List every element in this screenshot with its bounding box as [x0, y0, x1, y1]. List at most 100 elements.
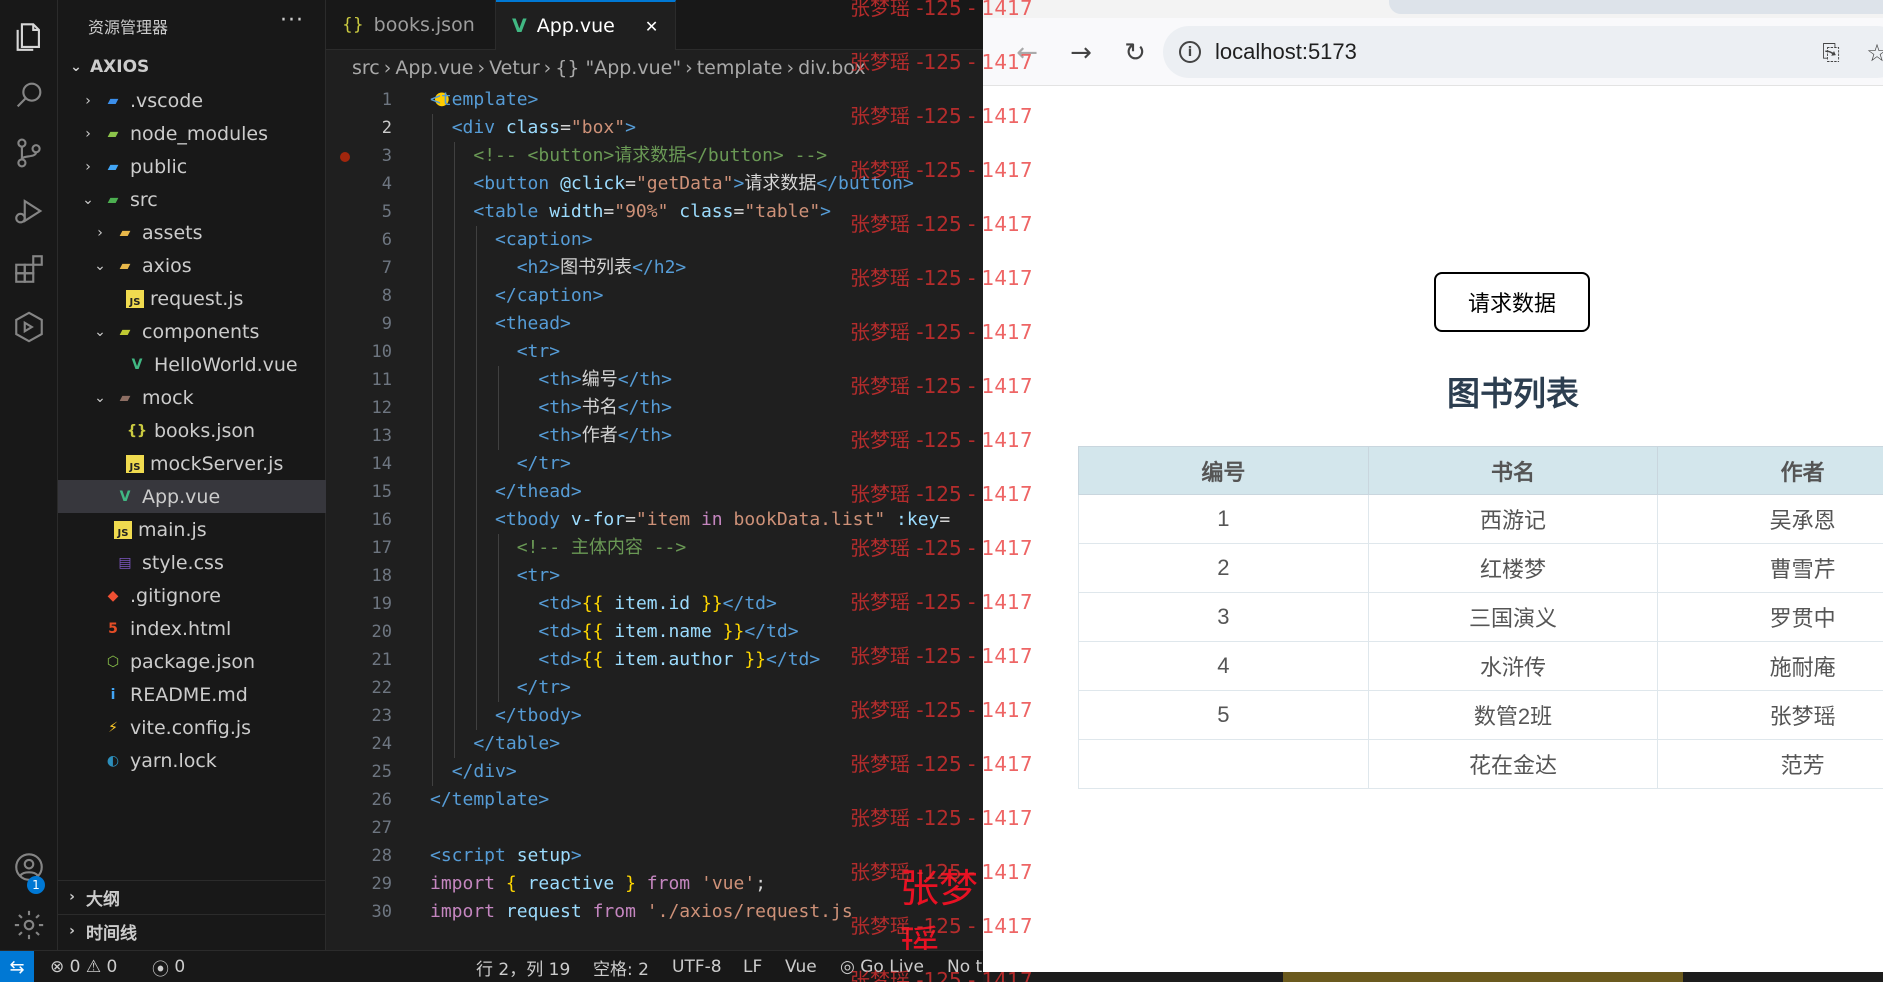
search-icon[interactable] [0, 66, 58, 124]
tab-books-json[interactable]: {} books.json [326, 0, 496, 50]
line-number: 1 [381, 90, 392, 110]
encoding[interactable]: UTF-8 [672, 951, 722, 982]
go-live-label: Go Live [860, 957, 924, 977]
breadcrumb-item[interactable]: Vetur [489, 57, 540, 79]
cursor-position[interactable]: 行 2，列 19 [476, 951, 570, 982]
code-token: 图书列表 [560, 257, 633, 278]
explorer-more-button[interactable]: ··· [280, 8, 304, 33]
code-line: <th>编号</th> [430, 366, 672, 394]
tree-item[interactable]: ⬡ package.json [58, 645, 326, 678]
tree-item[interactable]: JS main.js [58, 513, 326, 546]
remote-explorer-icon[interactable] [0, 298, 58, 356]
browser-toolbar: ← → ↻ i localhost:5173 ⎘ ☆ [983, 18, 1883, 86]
tree-item[interactable]: {} books.json [58, 414, 326, 447]
code-token: './axios/request.js [646, 901, 853, 922]
back-arrow-icon[interactable]: ← [1007, 33, 1047, 73]
tree-item[interactable]: › ▰ node_modules [58, 117, 326, 150]
table-row: 花在金达 范芳 [1078, 739, 1883, 789]
tree-item-label: src [130, 188, 158, 211]
site-info-icon[interactable]: i [1179, 41, 1201, 63]
line-number: 25 [371, 762, 392, 782]
tree-item[interactable]: JS mockServer.js [58, 447, 326, 480]
outline-section[interactable]: › 大纲 [58, 880, 326, 913]
source-control-icon[interactable] [0, 124, 58, 182]
tab-app-vue[interactable]: V App.vue ✕ [496, 0, 676, 50]
tree-item[interactable]: 5 index.html [58, 612, 326, 645]
code-token: <div [451, 117, 506, 138]
language-mode[interactable]: Vue [785, 951, 817, 982]
tree-item[interactable]: V App.vue [58, 480, 326, 513]
error-count: 0 [69, 957, 81, 977]
indentation[interactable]: 空格: 2 [593, 951, 649, 982]
chevron-right-icon: › [477, 57, 486, 79]
code-token: {{ [581, 649, 604, 670]
explorer-icon[interactable] [0, 8, 58, 66]
chevron-down-icon: ⌄ [94, 389, 106, 406]
ports-indicator[interactable]: ⦿ 0 [152, 951, 185, 982]
timeline-section[interactable]: › 时间线 [58, 914, 326, 947]
tree-item[interactable]: V HelloWorld.vue [58, 348, 326, 381]
code-token: "item [635, 509, 701, 530]
bookmark-star-icon[interactable]: ☆ [1857, 33, 1883, 73]
code-token: 请求数据 [744, 173, 817, 194]
code-token: = [939, 509, 951, 530]
breadcrumb-item[interactable]: template [697, 57, 783, 79]
translate-icon[interactable]: ⎘ [1811, 33, 1851, 73]
code-line: </table> [430, 730, 560, 758]
line-number: 3 [381, 146, 392, 166]
breadcrumb-item[interactable]: src [352, 57, 380, 79]
code-line: <template> [430, 86, 538, 114]
line-number: 14 [371, 454, 392, 474]
settings-gear-icon[interactable] [0, 896, 58, 954]
browser-tab[interactable] [1389, 0, 1883, 14]
tree-item[interactable]: ⌄ ▰ mock [58, 381, 326, 414]
tree-item[interactable]: › ▰ assets [58, 216, 326, 249]
chevron-right-icon: › [85, 92, 91, 109]
line-number: 29 [371, 874, 392, 894]
close-icon[interactable]: ✕ [645, 17, 658, 36]
workspace-root[interactable]: ⌄ AXIOS [58, 50, 326, 83]
reload-icon[interactable]: ↻ [1115, 33, 1155, 73]
eol[interactable]: LF [743, 951, 762, 982]
tree-item[interactable]: i README.md [58, 678, 326, 711]
tree-item[interactable]: ◆ .gitignore [58, 579, 326, 612]
tree-item[interactable]: ⚡ vite.config.js [58, 711, 326, 744]
address-bar[interactable]: i localhost:5173 [1163, 26, 1883, 78]
chevron-right-icon: › [97, 224, 103, 241]
code-editor[interactable]: ● 1 <template> 2 <div class="box"> 3 <!-- <… [326, 86, 983, 950]
run-debug-icon[interactable] [0, 182, 58, 240]
code-token: reactive [527, 873, 615, 894]
tree-item[interactable]: › ▰ .vscode [58, 84, 326, 117]
account-icon[interactable]: 1 [0, 838, 58, 896]
extensions-icon[interactable] [0, 240, 58, 298]
chevron-down-icon: ⌄ [82, 191, 94, 208]
code-line: </caption> [430, 282, 603, 310]
tree-item[interactable]: ⌄ ▰ src [58, 183, 326, 216]
request-data-button[interactable]: 请求数据 [1434, 272, 1590, 332]
go-live-button[interactable]: ◎ Go Live [840, 951, 924, 982]
line-number: 21 [371, 650, 392, 670]
tree-item[interactable]: ▤ style.css [58, 546, 326, 579]
tree-item[interactable]: ⌄ ▰ components [58, 315, 326, 348]
line-number: 11 [371, 370, 392, 390]
tree-item[interactable]: JS request.js [58, 282, 326, 315]
tree-item[interactable]: › ▰ public [58, 150, 326, 183]
breadcrumb-item[interactable]: {} "App.vue" [555, 57, 681, 79]
remote-indicator-icon[interactable]: ⇆ [0, 951, 34, 982]
breadcrumb-item[interactable]: div.box [798, 57, 866, 79]
status-extra[interactable]: No t [947, 951, 982, 982]
code-token: "table" [744, 201, 821, 222]
problems-indicator[interactable]: ⊗ 0 ⚠ 0 [50, 951, 117, 982]
tree-item[interactable]: ◐ yarn.lock [58, 744, 326, 777]
line-number: 7 [381, 258, 392, 278]
code-token: {{ [581, 593, 604, 614]
forward-arrow-icon[interactable]: → [1061, 33, 1101, 73]
tree-item[interactable]: ⌄ ▰ axios [58, 249, 326, 282]
breadcrumb-item[interactable]: App.vue [395, 57, 473, 79]
